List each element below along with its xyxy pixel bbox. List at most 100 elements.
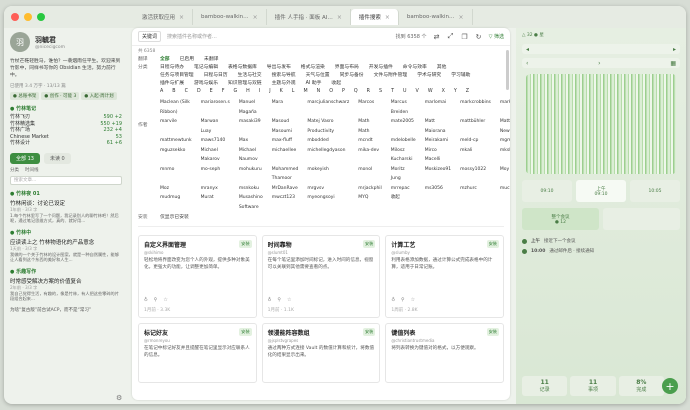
author-link[interactable]: MYQ: [358, 193, 382, 212]
filter-option[interactable]: 日程与日历: [204, 72, 228, 80]
plugin-card[interactable]: 键值列表 安装 @christiantrustmedia 将列表转换为键值对的格式，以…: [385, 323, 504, 383]
filter-button[interactable]: ▽ 筛选: [489, 33, 504, 40]
plugin-card[interactable]: 领漫能阵容数组 安装 @jsplstvgrapes 通过两种方式连接 Vault 的数…: [261, 323, 381, 383]
close-icon[interactable]: ×: [459, 14, 464, 21]
expand-icon[interactable]: ⤢: [447, 32, 455, 41]
filter-option[interactable]: 游戏与娱乐: [194, 80, 218, 88]
author-link[interactable]: michellegdyason: [307, 146, 349, 165]
filter-option[interactable]: 全部: [160, 56, 170, 64]
letter-link[interactable]: V: [416, 88, 419, 96]
author-link[interactable]: Maclean (Silk Ribbon): [160, 98, 192, 117]
author-link[interactable]: Mirco Macelli: [425, 146, 451, 165]
star-icon[interactable]: ☆: [411, 297, 415, 303]
install-badge[interactable]: 安装: [239, 328, 252, 336]
author-link[interactable]: marvile: [160, 117, 192, 136]
filter-option[interactable]: 导出与发布: [267, 64, 291, 72]
author-link[interactable]: mranyx: [201, 184, 230, 194]
author-link[interactable]: mkali: [460, 146, 491, 165]
author-link[interactable]: monol: [358, 165, 382, 184]
filter-option[interactable]: 主题与外观: [272, 80, 296, 88]
author-link[interactable]: msnkoku: [239, 184, 263, 194]
letter-link[interactable]: O: [329, 88, 333, 96]
author-link[interactable]: max-fluff: [272, 136, 299, 146]
tab-item[interactable]: 激活获取应用 ×: [134, 9, 194, 25]
author-link[interactable]: Mara: [272, 98, 299, 117]
author-link[interactable]: mnmo: [160, 165, 192, 184]
author-link[interactable]: Milosz Kucharski: [391, 146, 416, 165]
author-link[interactable]: mrjackphil: [358, 184, 382, 194]
author-link[interactable]: markcrobbins: [460, 98, 491, 117]
close-icon[interactable]: ×: [179, 14, 184, 21]
plugin-card[interactable]: 时间靠物 安装 @slumt01 在每个笔记里添加时间标记，进入时间的信息，视窗可以关…: [261, 235, 381, 318]
author-link[interactable]: Moskizeo91: [425, 165, 451, 184]
filter-all-button[interactable]: 全部 13: [10, 152, 40, 164]
subnav-item[interactable]: 分类: [10, 167, 19, 173]
letter-link[interactable]: W: [428, 88, 433, 96]
bulb-icon[interactable]: ♁: [144, 297, 148, 303]
filter-option[interactable]: 学习辅助: [451, 72, 470, 80]
tab-item[interactable]: 插件 人手指 · 面板 AI… ×: [267, 9, 351, 25]
plugin-card[interactable]: 计算工艺 安装 @slumby 利用表格添加数据，通过计算公式完成表格中的计算，适用于…: [385, 235, 504, 318]
author-link[interactable]: mrrepac: [391, 184, 416, 194]
author-link[interactable]: mguzsekko: [160, 146, 192, 165]
letter-link[interactable]: B: [172, 88, 175, 96]
author-link[interactable]: marlomai: [425, 98, 451, 117]
letter-link[interactable]: K: [280, 88, 283, 96]
author-link[interactable]: mzhurc: [460, 184, 491, 194]
author-link[interactable]: myeongsoyi: [307, 193, 349, 212]
install-badge[interactable]: 安装: [362, 240, 376, 248]
link-icon[interactable]: ⚲: [277, 297, 281, 303]
star-icon[interactable]: ☆: [287, 297, 291, 303]
bulb-icon[interactable]: ♁: [268, 297, 272, 303]
shuffle-icon[interactable]: ⇄: [433, 33, 441, 41]
author-link[interactable]: Manuel Magaña: [239, 98, 263, 117]
letter-link[interactable]: C: [185, 88, 188, 96]
filter-option[interactable]: 收起: [331, 80, 341, 88]
letter-link[interactable]: G: [233, 88, 237, 96]
filter-option[interactable]: 日程与待办: [160, 64, 184, 72]
author-link[interactable]: masaki39: [239, 117, 263, 136]
author-link[interactable]: MrDanRave: [272, 184, 299, 194]
stat-card[interactable]: 11 记录: [522, 376, 568, 396]
author-link[interactable]: Moz: [160, 184, 192, 194]
author-link[interactable]: mbodded: [307, 136, 349, 146]
author-link[interactable]: michaellee: [272, 146, 299, 165]
filter-option[interactable]: 表格与数据库: [228, 64, 257, 72]
letter-link[interactable]: S: [379, 88, 382, 96]
letter-link[interactable]: J: [269, 88, 270, 96]
author-link[interactable]: mrgvsv: [307, 184, 349, 194]
filter-option[interactable]: 已启用: [180, 56, 194, 64]
letter-link[interactable]: N: [317, 88, 321, 96]
copy-icon[interactable]: ❐: [461, 33, 469, 41]
install-badge[interactable]: 安装: [486, 240, 499, 248]
filter-option[interactable]: 格式与渲染: [301, 64, 325, 72]
calendar-icon[interactable]: ▦: [670, 60, 676, 67]
install-badge[interactable]: 安装: [239, 240, 252, 248]
install-badge[interactable]: 安装: [486, 328, 499, 336]
letter-link[interactable]: T: [391, 88, 394, 96]
time-tile[interactable]: 10:05: [630, 180, 680, 202]
author-link[interactable]: Math Math: [358, 117, 382, 136]
time-tile[interactable]: [603, 208, 680, 230]
chevron-left-icon[interactable]: ◂: [526, 46, 529, 53]
filter-option[interactable]: 生活与社交: [238, 72, 262, 80]
maximize-window-button[interactable]: [37, 13, 45, 21]
star-icon[interactable]: ☆: [163, 297, 167, 303]
filter-option[interactable]: 其他: [437, 64, 447, 72]
filter-option[interactable]: 笔记与编辑: [194, 64, 218, 72]
minimize-window-button[interactable]: [24, 13, 32, 21]
letter-link[interactable]: E: [210, 88, 213, 96]
filter-option[interactable]: 命令与效率: [403, 64, 427, 72]
link-icon[interactable]: ⚲: [401, 297, 405, 303]
author-link[interactable]: Marcos: [358, 98, 382, 117]
letter-link[interactable]: Q: [354, 88, 358, 96]
add-button[interactable]: +: [662, 378, 678, 394]
chip[interactable]: ● 入起·周计划: [81, 92, 117, 100]
keyword-select[interactable]: 关键词: [138, 31, 162, 42]
note-item[interactable]: ● 乐趣写作 时常感受解决方案的价值复合 2年前 · 3/3 字我自己觉得生活，有趣…: [10, 268, 122, 302]
author-link[interactable]: Marwan Luay: [201, 117, 230, 136]
letter-link[interactable]: L: [292, 88, 295, 96]
author-link[interactable]: Matej Vasro Productivity: [307, 117, 349, 136]
filter-option[interactable]: 天气与位置: [306, 72, 330, 80]
author-link[interactable]: maws7140: [201, 136, 230, 146]
